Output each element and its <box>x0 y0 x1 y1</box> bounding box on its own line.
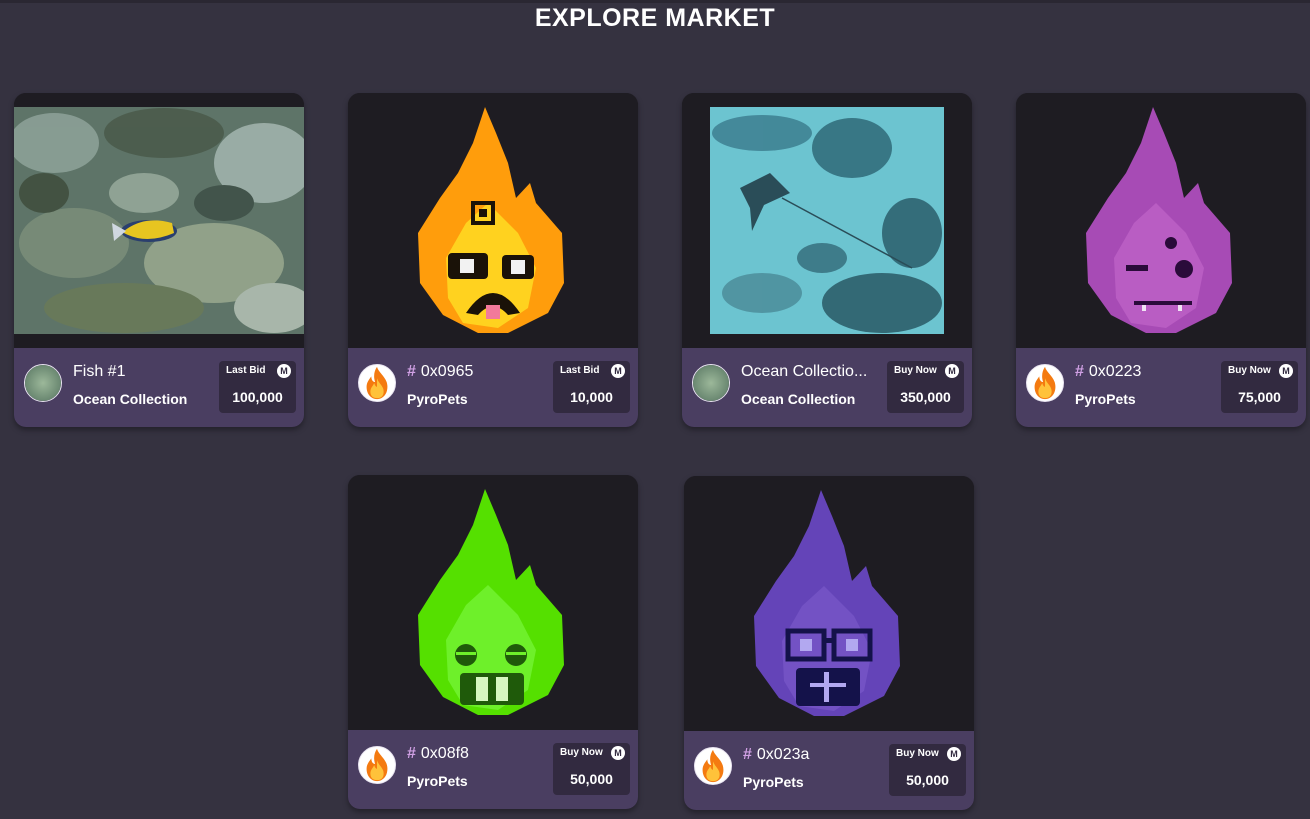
item-name-text: 0x0965 <box>420 363 474 380</box>
card-footer: Ocean Collectio... Ocean Collection Buy … <box>682 348 972 427</box>
hash-symbol: # <box>743 746 752 763</box>
item-name-text: 0x023a <box>756 746 810 763</box>
collection-name[interactable]: PyroPets <box>743 774 804 790</box>
page-title: EXPLORE MARKET <box>534 4 776 32</box>
collection-avatar[interactable] <box>358 364 396 402</box>
item-name-text: Fish #1 <box>73 363 126 380</box>
item-name[interactable]: #0x0965 <box>407 363 557 381</box>
card-footer: #0x0965 PyroPets Last Bid M 10,000 <box>348 348 638 427</box>
price-value: 10,000 <box>570 389 613 405</box>
price-label: Buy Now <box>894 365 937 376</box>
collection-name[interactable]: PyroPets <box>407 773 468 789</box>
price-value: 100,000 <box>232 389 283 405</box>
currency-icon: M <box>945 364 959 378</box>
price-box[interactable]: Buy Now M 75,000 <box>1221 361 1298 413</box>
collection-avatar[interactable] <box>1026 364 1064 402</box>
nft-image[interactable] <box>348 475 638 730</box>
price-label: Last Bid <box>560 365 600 376</box>
item-name[interactable]: #0x023a <box>743 746 893 764</box>
item-name-text: Ocean Collectio... <box>741 363 868 380</box>
nft-card[interactable]: #0x08f8 PyroPets Buy Now M 50,000 <box>348 475 638 809</box>
fire-icon <box>1034 366 1056 400</box>
item-name[interactable]: Fish #1 <box>73 363 223 381</box>
nft-card[interactable]: #0x0223 PyroPets Buy Now M 75,000 <box>1016 93 1306 427</box>
collection-avatar[interactable] <box>692 364 730 402</box>
currency-icon: M <box>1279 364 1293 378</box>
card-footer: #0x023a PyroPets Buy Now M 50,000 <box>684 731 974 810</box>
nft-card[interactable]: #0x0965 PyroPets Last Bid M 10,000 <box>348 93 638 427</box>
collection-name[interactable]: Ocean Collection <box>73 391 187 407</box>
item-name-text: 0x08f8 <box>420 745 469 762</box>
nft-image[interactable] <box>682 93 972 348</box>
fire-icon <box>366 748 388 782</box>
item-name[interactable]: #0x08f8 <box>407 745 557 763</box>
price-value: 50,000 <box>906 772 949 788</box>
nft-card[interactable]: Fish #1 Ocean Collection Last Bid M 100,… <box>14 93 304 427</box>
card-footer: Fish #1 Ocean Collection Last Bid M 100,… <box>14 348 304 427</box>
card-footer: #0x08f8 PyroPets Buy Now M 50,000 <box>348 730 638 809</box>
price-value: 350,000 <box>900 389 951 405</box>
collection-name[interactable]: PyroPets <box>407 391 468 407</box>
price-value: 50,000 <box>570 771 613 787</box>
price-label: Buy Now <box>896 748 939 759</box>
price-box[interactable]: Buy Now M 50,000 <box>889 744 966 796</box>
price-box[interactable]: Buy Now M 350,000 <box>887 361 964 413</box>
price-box[interactable]: Buy Now M 50,000 <box>553 743 630 795</box>
price-label: Last Bid <box>226 365 266 376</box>
nft-card[interactable]: #0x023a PyroPets Buy Now M 50,000 <box>684 476 974 810</box>
item-name[interactable]: #0x0223 <box>1075 363 1225 381</box>
hash-symbol: # <box>407 745 416 762</box>
hash-symbol: # <box>1075 363 1084 380</box>
fire-icon <box>702 749 724 783</box>
collection-avatar[interactable] <box>694 747 732 785</box>
collection-name[interactable]: PyroPets <box>1075 391 1136 407</box>
currency-icon: M <box>947 747 961 761</box>
card-footer: #0x0223 PyroPets Buy Now M 75,000 <box>1016 348 1306 427</box>
price-value: 75,000 <box>1238 389 1281 405</box>
top-bar <box>0 0 1310 3</box>
collection-name[interactable]: Ocean Collection <box>741 391 855 407</box>
fire-icon <box>366 366 388 400</box>
nft-image[interactable] <box>1016 93 1306 348</box>
item-name-text: 0x0223 <box>1088 363 1142 380</box>
nft-image[interactable] <box>14 93 304 348</box>
price-label: Buy Now <box>1228 365 1271 376</box>
hash-symbol: # <box>407 363 416 380</box>
collection-avatar[interactable] <box>358 746 396 784</box>
nft-card[interactable]: Ocean Collectio... Ocean Collection Buy … <box>682 93 972 427</box>
currency-icon: M <box>611 364 625 378</box>
item-name[interactable]: Ocean Collectio... <box>741 363 891 381</box>
nft-image[interactable] <box>348 93 638 348</box>
price-label: Buy Now <box>560 747 603 758</box>
collection-avatar[interactable] <box>24 364 62 402</box>
nft-image[interactable] <box>684 476 974 731</box>
price-box[interactable]: Last Bid M 10,000 <box>553 361 630 413</box>
currency-icon: M <box>277 364 291 378</box>
price-box[interactable]: Last Bid M 100,000 <box>219 361 296 413</box>
currency-icon: M <box>611 746 625 760</box>
